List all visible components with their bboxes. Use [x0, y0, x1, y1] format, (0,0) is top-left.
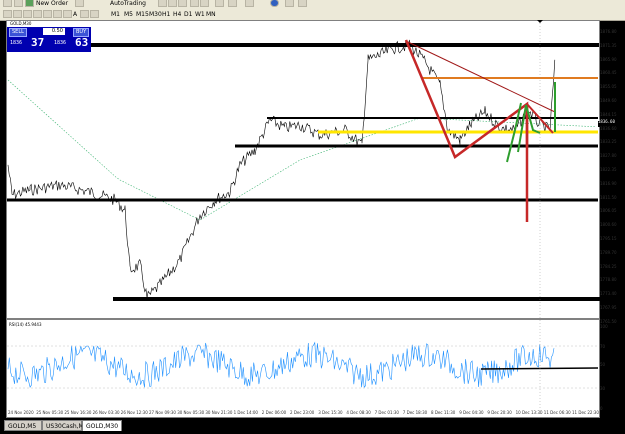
time-axis-label: 3 Dec 15:30: [318, 410, 343, 415]
price-axis-label: 1795.15: [600, 236, 617, 241]
time-axis-label: 25 Nov 05:30: [36, 410, 64, 415]
price-axis-label: 1833.25: [600, 139, 617, 145]
one-click-trading-panel: SELL 0.50 BUY 1836 37 1836 63: [7, 27, 91, 52]
price-axis-label: 1767.95: [600, 305, 617, 310]
tab-us30cash-m5[interactable]: US30Cash,M5: [42, 420, 88, 431]
price-axis-label: 1876.80: [600, 29, 617, 34]
rsi-axis-label: 30: [600, 386, 606, 391]
price-axis-label: 1836.60: [600, 125, 617, 131]
rsi-axis-label: 70: [600, 344, 606, 349]
buy-price-big[interactable]: 63: [75, 36, 88, 50]
time-axis-label: 26 Nov 03:30: [92, 410, 120, 415]
time-axis-label: 25 Nov 16:30: [64, 410, 92, 415]
rsi-axis-label: 0: [600, 406, 603, 411]
time-axis-label: 7 Dec 18:30: [402, 410, 428, 415]
time-axis-label: 10 Dec 13:30: [515, 410, 543, 415]
time-axis-label: 30 Nov 21:30: [205, 410, 233, 415]
time-axis-label: 30 Nov 05:30: [177, 410, 205, 415]
red-triangle-pattern: [404, 39, 529, 159]
price-axis-label: 1822.35: [600, 167, 617, 172]
price-axis-label: 1865.90: [600, 56, 617, 62]
rsi-line: [7, 341, 555, 389]
sell-price-big[interactable]: 37: [31, 36, 44, 50]
rsi-support-line: [480, 367, 599, 370]
sell-price-small[interactable]: 1836: [10, 40, 22, 47]
time-axis-label: 8 Dec 11:30: [431, 410, 456, 415]
time-axis-label: 7 Dec 01:30: [374, 410, 399, 415]
price-axis-label: 1778.80: [600, 277, 617, 283]
time-axis-label: 9 Dec 04:30: [459, 410, 484, 415]
price-axis-label: 1855.05: [600, 84, 617, 90]
chart-tabs-bar: GOLD,M5 US30Cash,M5 GOLD,M30: [0, 418, 625, 434]
price-axis-label: 1844.15: [600, 111, 617, 117]
time-axis-label: 2 Dec 23:00: [290, 410, 315, 415]
tab-gold-m30[interactable]: GOLD,M30: [82, 420, 122, 431]
time-axis-label: 2 Dec 06:00: [261, 410, 287, 415]
sell-button[interactable]: SELL: [9, 28, 27, 37]
price-axis-label: 1806.05: [600, 208, 617, 214]
price-axis-label: 1871.35: [600, 42, 617, 48]
price-axis-label: 1816.90: [600, 180, 617, 186]
price-axis-label: 1789.70: [600, 249, 617, 255]
price-axis-label: 1860.45: [600, 70, 617, 76]
rsi-axis-label: 100: [600, 324, 608, 329]
time-axis-label: 9 Dec 20:30: [487, 410, 512, 415]
price-axis-label: 1773.40: [600, 291, 617, 297]
price-axis-label: 1849.60: [600, 98, 617, 103]
tab-gold-m5[interactable]: GOLD,M5: [4, 420, 42, 431]
time-axis-label: 11 Dec 22:30: [572, 410, 599, 415]
price-chart-canvas[interactable]: [0, 0, 625, 434]
scroll-marker-icon: [537, 20, 543, 23]
buy-price-small[interactable]: 1836: [54, 40, 66, 47]
time-axis-label: 4 Dec 08:30: [346, 410, 371, 415]
time-axis-label: 11 Dec 06:30: [543, 410, 571, 415]
price-axis-label: 1784.25: [600, 263, 617, 269]
time-axis-label: 26 Nov 12:30: [120, 410, 148, 415]
current-price-label: 1836.60: [598, 119, 615, 124]
price-axis-label: 1811.50: [600, 194, 617, 200]
time-axis-label: 24 Nov 2020: [8, 410, 34, 415]
price-axis-label: 1800.60: [600, 222, 617, 228]
time-axis-label: 27 Nov 09:30: [149, 410, 176, 415]
lot-size-input[interactable]: 0.50: [43, 28, 65, 35]
time-axis-label: 1 Dec 14:00: [233, 410, 258, 415]
price-axis-label: 1827.80: [600, 153, 617, 159]
rsi-axis-label: 50: [600, 362, 606, 367]
